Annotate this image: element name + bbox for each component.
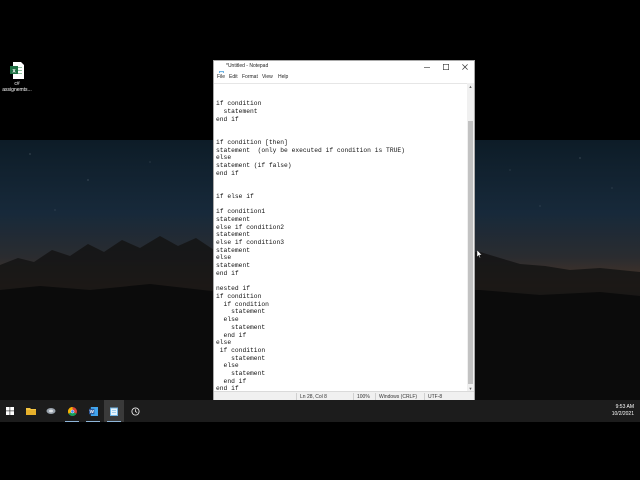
maximize-icon (442, 64, 449, 70)
mouse-pointer-icon (476, 245, 483, 259)
menu-view[interactable]: View (262, 74, 273, 81)
svg-text:W: W (89, 409, 94, 414)
menu-edit[interactable]: Edit (229, 74, 238, 81)
close-button[interactable] (455, 61, 474, 73)
excel-file-icon: x (10, 62, 24, 79)
taskbar-settings[interactable] (125, 400, 145, 422)
taskbar: W 9:53 AM 10/2/2021 (0, 400, 640, 422)
menu-bar: File Edit Format View Help (214, 73, 474, 82)
system-clock[interactable]: 9:53 AM 10/2/2021 (612, 404, 634, 418)
desktop-icon-excel-file[interactable]: x c# assignemts... (2, 62, 32, 93)
maximize-button[interactable] (436, 61, 455, 73)
scroll-thumb[interactable] (468, 121, 473, 384)
menu-format[interactable]: Format (242, 74, 258, 81)
notepad-app-icon (219, 64, 224, 77)
text-editor[interactable]: if condition statement end if if conditi… (214, 83, 467, 393)
taskbar-file-explorer[interactable] (21, 400, 41, 422)
folder-icon (26, 408, 36, 415)
scroll-up-icon[interactable]: ▲ (467, 83, 474, 90)
close-icon (461, 64, 468, 70)
menu-file[interactable]: File (217, 74, 225, 81)
taskbar-chrome[interactable] (62, 400, 82, 422)
circle-app-icon (130, 406, 140, 416)
window-title: *Untitled - Notepad (226, 63, 269, 69)
editor-text[interactable]: if condition statement end if if conditi… (214, 84, 467, 393)
letterbox-bottom (0, 422, 640, 480)
minimize-icon (423, 67, 430, 68)
notepad-window[interactable]: *Untitled - Notepad File Edit Format Vie… (213, 60, 475, 403)
clock-date: 10/2/2021 (611, 411, 634, 417)
minimize-button[interactable] (417, 61, 436, 73)
screen: x c# assignemts... *Untitled - Notepad F… (0, 0, 640, 480)
app-icon (46, 408, 56, 414)
taskbar-notepad[interactable] (104, 400, 124, 422)
title-bar[interactable]: *Untitled - Notepad (214, 61, 474, 77)
desktop-icon-label: c# assignemts... (2, 81, 32, 93)
taskbar-app[interactable] (41, 400, 61, 422)
word-icon: W (88, 406, 98, 416)
windows-logo-icon (6, 407, 14, 415)
chrome-icon (67, 406, 77, 416)
clock-time: 9:53 AM (615, 404, 634, 410)
vertical-scrollbar[interactable]: ▲ ▼ (467, 83, 474, 392)
notepad-icon (110, 407, 118, 416)
start-button[interactable] (0, 400, 20, 422)
taskbar-word[interactable]: W (83, 400, 103, 422)
menu-help[interactable]: Help (278, 74, 288, 81)
